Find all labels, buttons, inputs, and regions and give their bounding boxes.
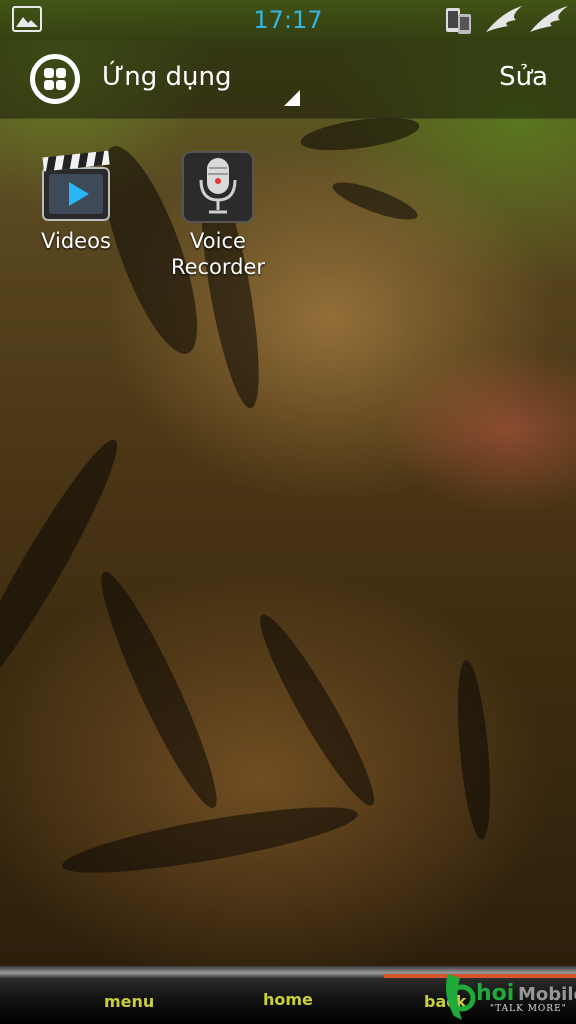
app-label: Voice Recorder [170, 229, 266, 279]
app-drawer-header: Ứng dụng Sửa [0, 40, 576, 119]
phone-icon [444, 6, 474, 40]
wallpaper-stripe [328, 175, 422, 227]
app-tile-videos[interactable]: Videos [11, 150, 141, 254]
edit-button[interactable]: Sửa [499, 62, 548, 92]
video-clapperboard-icon [39, 150, 113, 224]
wallpaper-stripe [247, 606, 387, 814]
menu-button[interactable]: menu [104, 992, 154, 1011]
app-grid-icon[interactable] [30, 54, 80, 104]
wings-logo-icon [482, 2, 572, 42]
svg-text:hoi: hoi [476, 981, 514, 1006]
home-button[interactable]: home [263, 990, 313, 1009]
microphone-icon [181, 150, 255, 224]
status-bar: 17:17 [0, 0, 576, 40]
app-tile-voice-recorder[interactable]: Voice Recorder [153, 150, 283, 280]
wallpaper-stripe [86, 564, 232, 816]
wallpaper-stripe [0, 430, 133, 710]
home-screen: 17:17 Ứng dụng Sửa Videos Voice Recorder… [0, 0, 576, 1024]
app-label: Videos [41, 229, 111, 253]
svg-text:Mobile: Mobile [518, 984, 576, 1005]
header-title[interactable]: Ứng dụng [102, 62, 232, 92]
wallpaper-stripe [452, 659, 496, 841]
dropdown-caret-icon[interactable] [284, 90, 300, 106]
watermark-tagline: "TALK MORE" [490, 1004, 567, 1014]
watermark-logo: hoi Mobile [440, 964, 576, 1024]
